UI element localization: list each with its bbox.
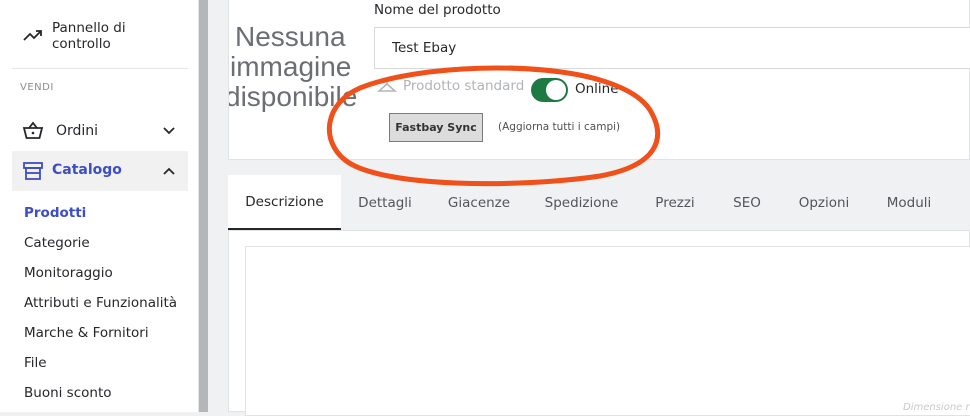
description-editor[interactable]: Dimensione rac: [245, 246, 970, 416]
no-image-line3: disponibile: [229, 81, 358, 112]
tab-prices[interactable]: Prezzi: [634, 175, 716, 230]
catalog-label: Catalogo: [52, 162, 122, 178]
tab-modules[interactable]: Moduli: [870, 175, 948, 230]
sidebar-subitem-monitoring[interactable]: Monitoraggio: [24, 265, 113, 281]
sidebar: Pannello di controllo VENDI Ordini Catal…: [0, 0, 199, 412]
sidebar-subitem-brands[interactable]: Marche & Fornitori: [24, 325, 149, 341]
no-image-line1: Nessuna: [235, 22, 346, 52]
sidebar-subitem-categories[interactable]: Categorie: [24, 235, 90, 251]
product-type-label: Prodotto standard: [403, 78, 525, 94]
sidebar-subitem-discounts[interactable]: Buoni sconto: [24, 385, 112, 401]
section-label-sell: VENDI: [20, 82, 54, 93]
tab-seo[interactable]: SEO: [716, 175, 778, 230]
trending-up-icon: [23, 30, 42, 41]
orders-label: Ordini: [56, 123, 99, 139]
store-icon: [23, 162, 43, 180]
hanger-icon: [377, 78, 397, 92]
dashboard-label-line1: Pannello di: [52, 20, 126, 36]
sync-hint-text: (Aggiorna tutti i campi): [498, 121, 621, 133]
sidebar-subitem-files[interactable]: File: [24, 355, 47, 371]
online-toggle[interactable]: [531, 78, 568, 102]
chevron-down-icon: [163, 127, 175, 135]
tab-stock[interactable]: Giacenze: [429, 175, 529, 230]
chevron-up-icon: [163, 167, 175, 175]
product-name-label: Nome del prodotto: [374, 2, 501, 18]
sidebar-item-catalog[interactable]: Catalogo: [12, 151, 188, 191]
tab-content-panel: Dimensione rac: [228, 230, 970, 416]
basket-icon: [22, 121, 44, 139]
dimension-note: Dimensione rac: [903, 402, 970, 413]
product-name-value: Test Ebay: [392, 40, 457, 56]
sidebar-divider: [12, 68, 188, 69]
product-header-panel: Nessuna immagine disponibile Nome del pr…: [228, 0, 970, 160]
tab-shipping[interactable]: Spedizione: [529, 175, 634, 230]
product-type-selector[interactable]: Prodotto standard: [377, 78, 524, 94]
sidebar-subitem-products[interactable]: Prodotti: [24, 205, 86, 221]
main-content: Nessuna immagine disponibile Nome del pr…: [208, 0, 970, 416]
dashboard-label-line2: controllo: [52, 36, 111, 52]
toggle-knob: [546, 80, 566, 100]
no-image-placeholder: Nessuna immagine disponibile: [229, 22, 361, 112]
sidebar-item-orders[interactable]: Ordini: [12, 120, 188, 142]
product-name-input[interactable]: Test Ebay: [374, 27, 970, 69]
sidebar-item-dashboard[interactable]: Pannello di controllo: [12, 20, 188, 52]
sidebar-scrollbar[interactable]: [199, 0, 208, 412]
online-label: Online: [575, 81, 619, 97]
sidebar-subitem-attributes[interactable]: Attributi e Funzionalità: [24, 295, 177, 311]
fastbay-sync-button[interactable]: Fastbay Sync: [389, 113, 483, 142]
tab-description[interactable]: Descrizione: [228, 175, 341, 230]
no-image-line2: immagine: [230, 51, 352, 82]
product-tabs: Descrizione Dettagli Giacenze Spedizione…: [228, 175, 970, 230]
tab-details[interactable]: Dettagli: [341, 175, 429, 230]
tab-options[interactable]: Opzioni: [778, 175, 870, 230]
